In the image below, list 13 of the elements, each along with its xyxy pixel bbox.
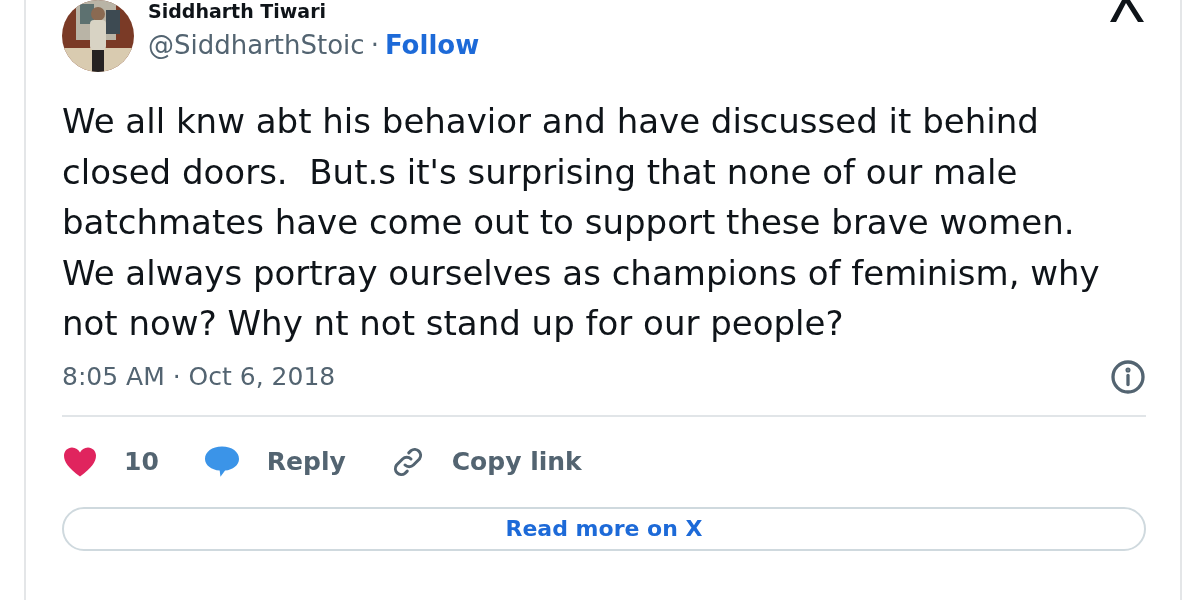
separator-dot: · xyxy=(370,30,379,60)
author-handle[interactable]: @SiddharthStoic xyxy=(148,30,365,60)
heart-icon xyxy=(62,445,98,478)
tweet-text: We all knw abt his behavior and have discussed it behind closed doors. But.s it's surprising that none of our male batchmates have come out to support these brave women. We always portray ourselves as champions of feminism, why not now? Why nt not stand up for our people? xyxy=(62,100,1101,345)
author-name[interactable]: Siddharth Tiwari xyxy=(148,0,1094,22)
reply-button[interactable]: Reply xyxy=(202,444,346,479)
read-more-button[interactable]: Read more on X xyxy=(62,506,1146,551)
copy-link-button[interactable]: Copy link xyxy=(389,443,582,480)
like-button[interactable]: 10 xyxy=(62,445,159,478)
speech-bubble-icon xyxy=(202,444,241,479)
tweet-timestamp[interactable]: 8:05 AM · Oct 6, 2018 xyxy=(62,362,336,391)
info-icon[interactable] xyxy=(1110,358,1146,395)
follow-link[interactable]: Follow xyxy=(384,30,480,60)
